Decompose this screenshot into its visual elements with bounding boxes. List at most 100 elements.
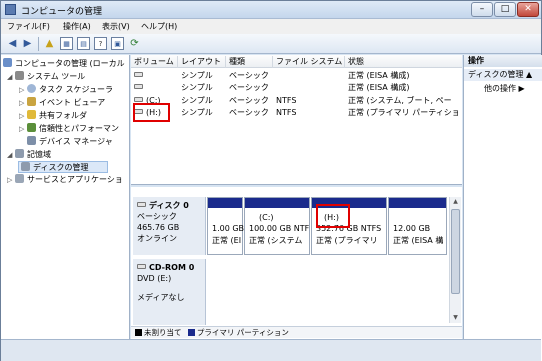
status-cell: 正常 (EISA 構成) <box>348 83 410 92</box>
tree-label: タスク スケジューラ <box>39 85 113 94</box>
tree-item-disk-management[interactable]: ディスクの管理 <box>18 161 108 173</box>
partition-size: 12.00 GB <box>393 224 431 233</box>
up-folder-icon[interactable]: ▲ <box>43 37 56 50</box>
expand-arrow-icon[interactable]: ▷ <box>19 97 27 109</box>
menu-action[interactable]: 操作(A) <box>63 21 91 32</box>
tree-label: システム ツール <box>27 72 86 81</box>
tree-item-services[interactable]: ▷ サービスとアプリケーショ <box>7 174 123 186</box>
tree-item-root[interactable]: コンピュータの管理 (ローカル <box>3 58 125 70</box>
forward-icon[interactable]: ▶ <box>21 37 34 50</box>
layout-cell: シンプル <box>181 96 213 105</box>
column-header-layout[interactable]: レイアウト <box>178 56 226 68</box>
partition-bar <box>208 198 242 208</box>
show-tree-icon[interactable]: ▦ <box>60 37 73 50</box>
filesystem-cell: NTFS <box>276 96 297 105</box>
type-cell: ベーシック <box>229 96 269 105</box>
expand-arrow-icon[interactable]: ▷ <box>19 84 27 96</box>
layout-cell: シンプル <box>181 71 213 80</box>
disk-name: ディスク 0 <box>149 201 189 210</box>
device-manager-icon <box>27 136 36 145</box>
disk0-label[interactable]: ディスク 0 ベーシック 465.76 GB オンライン <box>133 197 206 255</box>
unallocated-swatch <box>135 329 142 336</box>
tree-label: デバイス マネージャ <box>39 137 113 146</box>
partition-status: 正常 (EISA 構 <box>393 236 444 245</box>
partition-system-reserved[interactable]: 1.00 GB 正常 (EI <box>207 197 244 255</box>
maximize-button[interactable]: □ <box>494 2 516 17</box>
tree-item-task-scheduler[interactable]: ▷ タスク スケジューラ <box>19 84 113 96</box>
tree-item-storage[interactable]: ◢ 記憶域 <box>7 149 51 161</box>
tree-item-shared-folders[interactable]: ▷ 共有フォルダ <box>19 110 87 122</box>
tree-label: ディスクの管理 <box>33 163 89 172</box>
disk-type: ベーシック <box>137 212 177 221</box>
actions-section-label: ディスクの管理 <box>468 70 524 79</box>
action-pane-icon[interactable]: ▣ <box>111 37 124 50</box>
services-icon <box>15 174 24 183</box>
partition-status: 正常 (システム <box>249 236 303 245</box>
legend: 未割り当て プライマリ パーティション <box>131 326 462 338</box>
back-icon[interactable]: ◀ <box>6 37 19 50</box>
collapse-arrow-icon[interactable]: ◢ <box>7 71 15 83</box>
tree-label: イベント ビューア <box>39 98 106 107</box>
actions-section-disk-management[interactable]: ディスクの管理 ▲ <box>464 69 542 81</box>
actions-other-label: 他の操作 <box>484 84 516 93</box>
type-cell: ベーシック <box>229 83 269 92</box>
status-cell: 正常 (プライマリ パーティショ <box>348 108 460 117</box>
app-window: コンピュータの管理 – □ ✕ ファイル(F) 操作(A) 表示(V) ヘルプ(… <box>0 0 542 361</box>
expand-arrow-icon[interactable]: ▷ <box>19 110 27 122</box>
tree-item-event-viewer[interactable]: ▷ イベント ビューア <box>19 97 105 109</box>
scroll-thumb[interactable] <box>451 209 460 294</box>
expand-arrow-icon[interactable]: ▷ <box>19 123 27 135</box>
event-viewer-icon <box>27 97 36 106</box>
tree-label: 記憶域 <box>27 150 51 159</box>
cdrom-media: メディアなし <box>137 293 185 302</box>
disk-icon <box>137 202 146 207</box>
partition-c[interactable]: (C:) 100.00 GB NTF 正常 (システム <box>244 197 310 255</box>
partition-recovery[interactable]: 12.00 GB 正常 (EISA 構 <box>388 197 447 255</box>
table-row[interactable]: シンプル ベーシック 正常 (EISA 構成) <box>131 82 462 94</box>
tree-item-system-tools[interactable]: ◢ システム ツール <box>7 71 85 83</box>
help-icon[interactable]: ? <box>94 37 107 50</box>
disk-management-icon <box>21 162 30 171</box>
performance-icon <box>27 123 36 132</box>
highlight-box-h-partition <box>316 204 350 228</box>
actions-other[interactable]: 他の操作 ▶ <box>464 83 542 95</box>
tree-item-device-manager[interactable]: デバイス マネージャ <box>27 136 113 148</box>
tree-label: コンピュータの管理 (ローカル <box>15 59 125 68</box>
status-bar <box>1 339 541 361</box>
column-header-type[interactable]: 種類 <box>226 56 273 68</box>
table-row[interactable]: (C:) シンプル ベーシック NTFS 正常 (システム, ブート, ペー <box>131 95 462 107</box>
filesystem-cell: NTFS <box>276 108 297 117</box>
cdrom-drive: DVD (E:) <box>137 274 172 283</box>
partition-status: 正常 (プライマリ <box>316 236 378 245</box>
menu-help[interactable]: ヘルプ(H) <box>141 21 177 32</box>
partition-status: 正常 (EI <box>212 236 242 245</box>
table-row[interactable]: (H:) シンプル ベーシック NTFS 正常 (プライマリ パーティショ <box>131 107 462 119</box>
tree-item-reliability[interactable]: ▷ 信頼性とパフォーマン <box>19 123 119 135</box>
volume-icon <box>134 72 143 77</box>
scroll-down-icon[interactable]: ▼ <box>450 313 461 323</box>
column-header-filesystem[interactable]: ファイル システム <box>273 56 345 68</box>
console-tree: コンピュータの管理 (ローカル ◢ システム ツール ▷ タスク スケジューラ ▷ イ… <box>1 55 130 361</box>
menu-file[interactable]: ファイル(F) <box>7 21 50 32</box>
table-row[interactable]: シンプル ベーシック 正常 (EISA 構成) <box>131 70 462 82</box>
window-title: コンピュータの管理 <box>21 7 103 17</box>
cdrom-icon <box>137 264 146 269</box>
scroll-up-icon[interactable]: ▲ <box>450 197 461 207</box>
refresh-icon[interactable]: ⟳ <box>128 37 141 50</box>
collapse-arrow-icon[interactable]: ◢ <box>7 149 15 161</box>
minimize-button[interactable]: – <box>471 2 493 17</box>
tree-label: 信頼性とパフォーマン <box>39 124 119 133</box>
column-header-volume[interactable]: ボリューム <box>131 56 178 68</box>
cdrom0-label[interactable]: CD-ROM 0 DVD (E:) メディアなし <box>133 259 206 325</box>
volume-list-header: ボリューム レイアウト 種類 ファイル システム 状態 <box>131 55 462 68</box>
expand-arrow-icon[interactable]: ▷ <box>7 174 15 186</box>
cdrom-name: CD-ROM 0 <box>149 263 195 272</box>
disk-size: 465.76 GB <box>137 223 180 232</box>
properties-icon[interactable]: ▤ <box>77 37 90 50</box>
disk-pane-scrollbar[interactable]: ▲ ▼ <box>449 197 461 323</box>
menu-view[interactable]: 表示(V) <box>102 21 130 32</box>
volume-icon <box>134 97 143 102</box>
clock-icon <box>27 84 36 93</box>
close-button[interactable]: ✕ <box>517 2 539 17</box>
column-header-status[interactable]: 状態 <box>345 56 462 68</box>
